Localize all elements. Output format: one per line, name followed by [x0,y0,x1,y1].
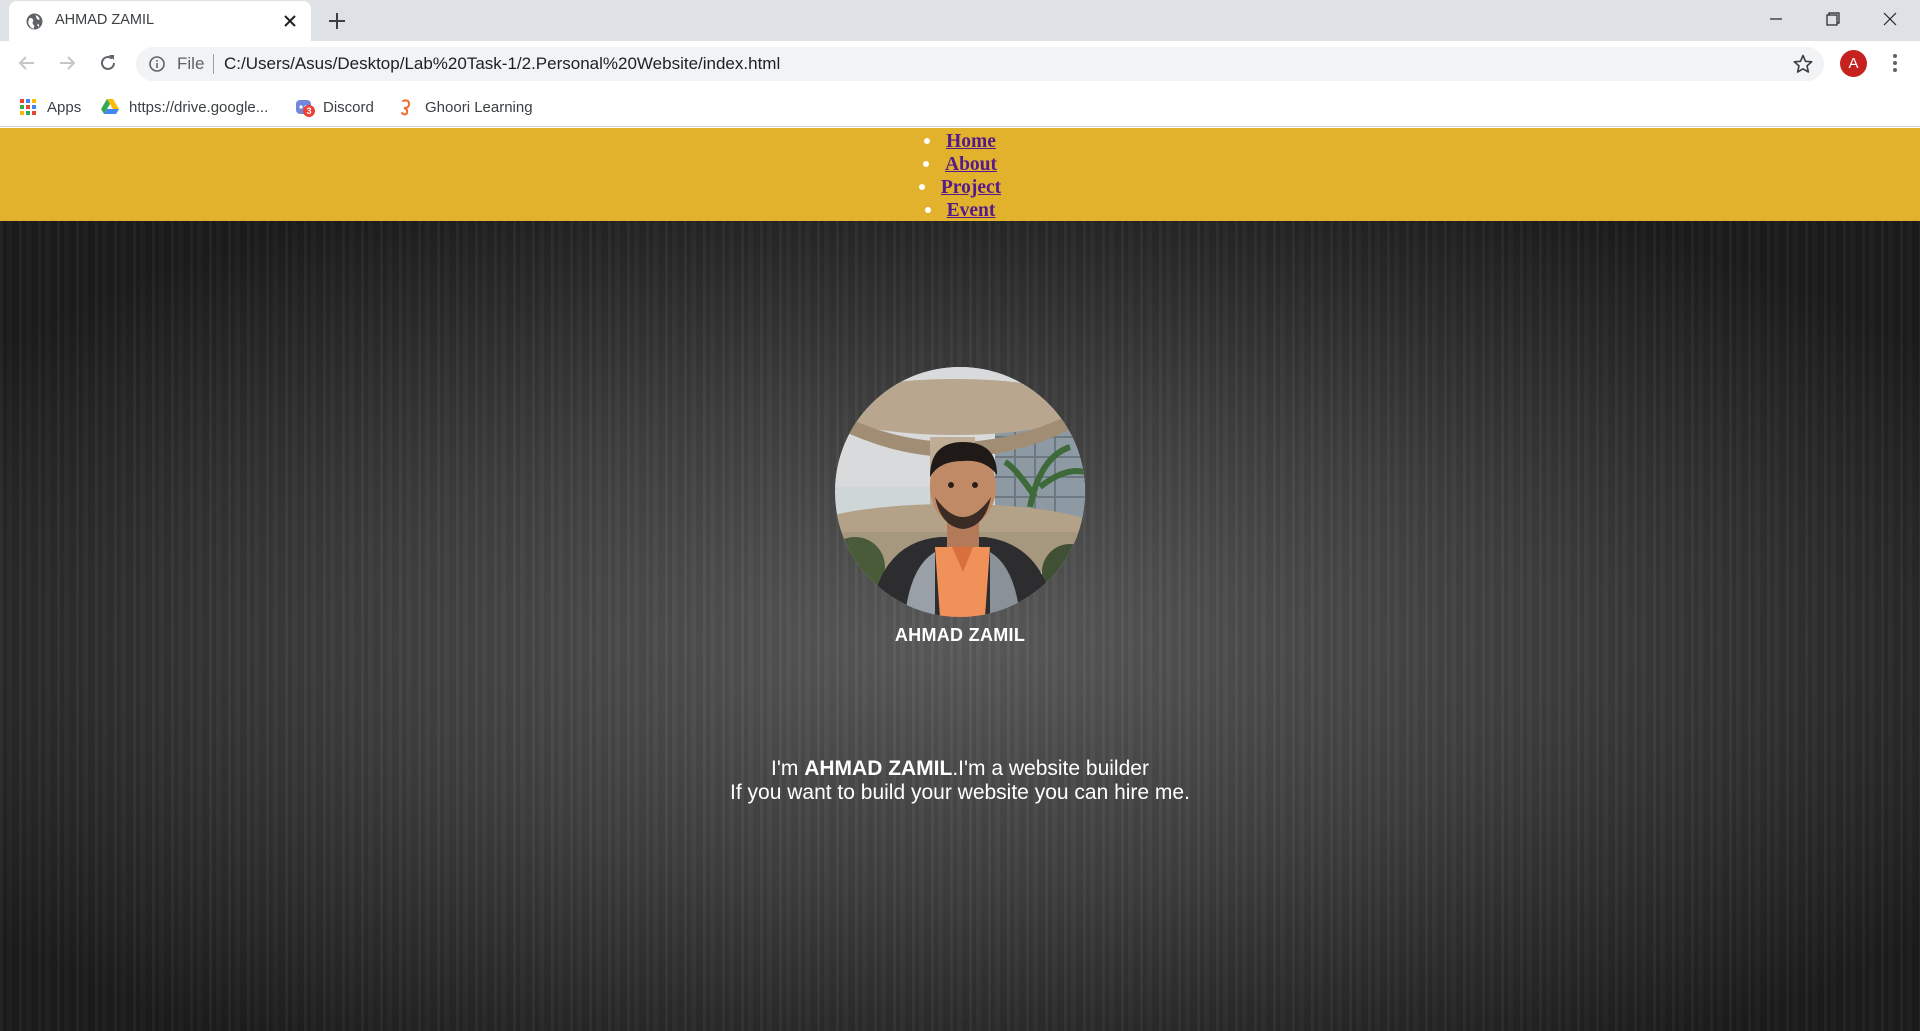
tab-title: AHMAD ZAMIL [55,12,155,28]
bookmark-ghoori-learning[interactable]: Ghoori Learning [397,97,533,117]
url-scheme-label: File [177,54,205,73]
minimize-icon[interactable] [1763,6,1789,32]
more-menu-icon[interactable] [1882,50,1908,76]
apps-grid-icon [20,99,36,115]
reload-icon[interactable] [95,50,121,76]
nav-link-project[interactable]: Project [941,177,1001,198]
bullet [922,160,929,167]
back-arrow-icon[interactable] [14,50,40,76]
restore-icon[interactable] [1820,6,1846,32]
info-icon[interactable] [148,55,166,73]
close-tab-icon[interactable] [281,12,299,30]
browser-tab[interactable]: AHMAD ZAMIL [9,1,311,41]
profile-photo [835,367,1085,617]
site-nav: Home About Project Event [0,128,1920,221]
nav-link-home[interactable]: Home [946,131,996,152]
address-bar[interactable]: File C:/Users/Asus/Desktop/Lab%20Task-1/… [136,47,1824,81]
browser-toolbar: File C:/Users/Asus/Desktop/Lab%20Task-1/… [0,41,1920,87]
browser-tab-strip: AHMAD ZAMIL [0,0,1920,41]
google-drive-icon [101,99,119,114]
bullet [918,183,925,190]
bullet [924,206,931,213]
nav-link-event[interactable]: Event [947,200,996,221]
url-separator [213,54,214,74]
profile-photo-illustration [835,367,1085,617]
bookmark-discord[interactable]: 3 Discord [295,97,374,117]
bookmark-label: Discord [323,98,374,116]
bookmark-label: https://drive.google... [129,98,269,116]
nav-item-about: About [0,153,1920,176]
nav-item-event: Event [0,199,1920,222]
bookmark-apps[interactable]: Apps [19,97,81,117]
bookmark-label: Apps [47,98,82,116]
globe-icon [26,13,43,30]
new-tab-icon[interactable] [326,10,348,32]
close-window-icon[interactable] [1877,6,1903,32]
bookmark-label: Ghoori Learning [425,98,533,116]
nav-item-home: Home [0,130,1920,153]
intro-text: I'm AHMAD ZAMIL.I'm a website builder If… [0,757,1920,805]
bullet [924,137,931,144]
bookmark-google-drive[interactable]: https://drive.google... [101,97,268,117]
notification-badge: 3 [303,105,315,117]
nav-list: Home About Project Event [0,130,1920,222]
profile-avatar[interactable]: A [1840,50,1867,77]
bookmark-star-icon[interactable] [1792,53,1814,75]
ghoori-learning-icon [401,99,411,116]
profile-name: AHMAD ZAMIL [894,625,1026,645]
intro-suffix: .I'm a website builder [952,757,1149,780]
nav-item-project: Project [0,176,1920,199]
nav-link-about[interactable]: About [945,154,997,175]
intro-highlight-name: AHMAD ZAMIL [804,757,953,780]
intro-prefix: I'm [771,757,805,780]
hero-section: AHMAD ZAMIL I'm AHMAD ZAMIL.I'm a websit… [0,221,1920,1031]
web-page: Home About Project Event AHMAD ZAMIL I'm… [0,128,1920,1031]
forward-arrow-icon[interactable] [54,50,80,76]
discord-icon: 3 [295,98,315,117]
url-text[interactable]: C:/Users/Asus/Desktop/Lab%20Task-1/2.Per… [224,54,780,74]
bookmarks-bar: Apps https://drive.google... 3 Discord G… [0,87,1920,127]
intro-line-2: If you want to build your website you ca… [730,781,1190,804]
intro-line-1: I'm AHMAD ZAMIL.I'm a website builder [0,757,1920,781]
